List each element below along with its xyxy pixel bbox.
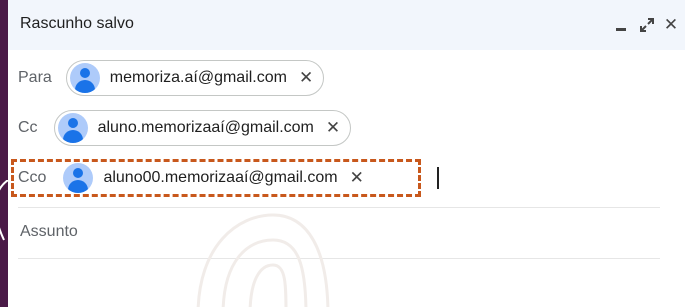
person-avatar-icon bbox=[57, 113, 88, 143]
text-cursor bbox=[437, 167, 439, 189]
decorative-arc bbox=[0, 180, 9, 241]
expand-icon bbox=[640, 18, 654, 32]
fullscreen-button[interactable] bbox=[637, 14, 657, 36]
to-label: Para bbox=[18, 69, 52, 86]
divider bbox=[18, 207, 660, 208]
cc-recipient-chip[interactable]: aluno.memorizaaí@gmail.com ✕ bbox=[53, 110, 352, 146]
bcc-row: Cco aluno00.memorizaaí@gmail.com ✕ bbox=[18, 155, 660, 201]
draft-status-title: Rascunho salvo bbox=[20, 15, 134, 32]
close-icon: ✕ bbox=[663, 15, 679, 34]
minimize-button[interactable] bbox=[613, 14, 629, 36]
minimize-icon bbox=[616, 27, 626, 31]
remove-recipient-icon[interactable]: ✕ bbox=[299, 68, 313, 88]
to-recipient-email: memoriza.aí@gmail.com bbox=[109, 69, 287, 86]
cc-recipient-email: aluno.memorizaaí@gmail.com bbox=[97, 119, 314, 136]
to-recipient-chip[interactable]: memoriza.aí@gmail.com ✕ bbox=[65, 60, 325, 96]
bcc-recipient-email: aluno00.memorizaaí@gmail.com bbox=[103, 169, 338, 186]
cc-label: Cc bbox=[18, 119, 38, 136]
close-window-button[interactable]: ✕ bbox=[662, 14, 680, 36]
compose-window: Rascunho salvo ✕ Para memoriza.aí@gmail.… bbox=[8, 0, 685, 307]
to-row: Para memoriza.aí@gmail.com ✕ bbox=[18, 55, 660, 101]
bcc-recipient-chip[interactable]: aluno00.memorizaaí@gmail.com ✕ bbox=[59, 160, 374, 196]
remove-recipient-icon[interactable]: ✕ bbox=[326, 118, 340, 138]
bcc-label: Cco bbox=[18, 169, 47, 186]
subject-input[interactable]: Assunto bbox=[20, 223, 78, 241]
person-avatar-icon bbox=[63, 163, 94, 193]
cc-row: Cc aluno.memorizaaí@gmail.com ✕ bbox=[18, 105, 660, 151]
compose-header: Rascunho salvo ✕ bbox=[8, 0, 685, 50]
remove-recipient-icon[interactable]: ✕ bbox=[350, 168, 364, 188]
divider bbox=[18, 258, 660, 259]
watermark-logo bbox=[196, 213, 330, 307]
person-avatar-icon bbox=[69, 63, 100, 93]
